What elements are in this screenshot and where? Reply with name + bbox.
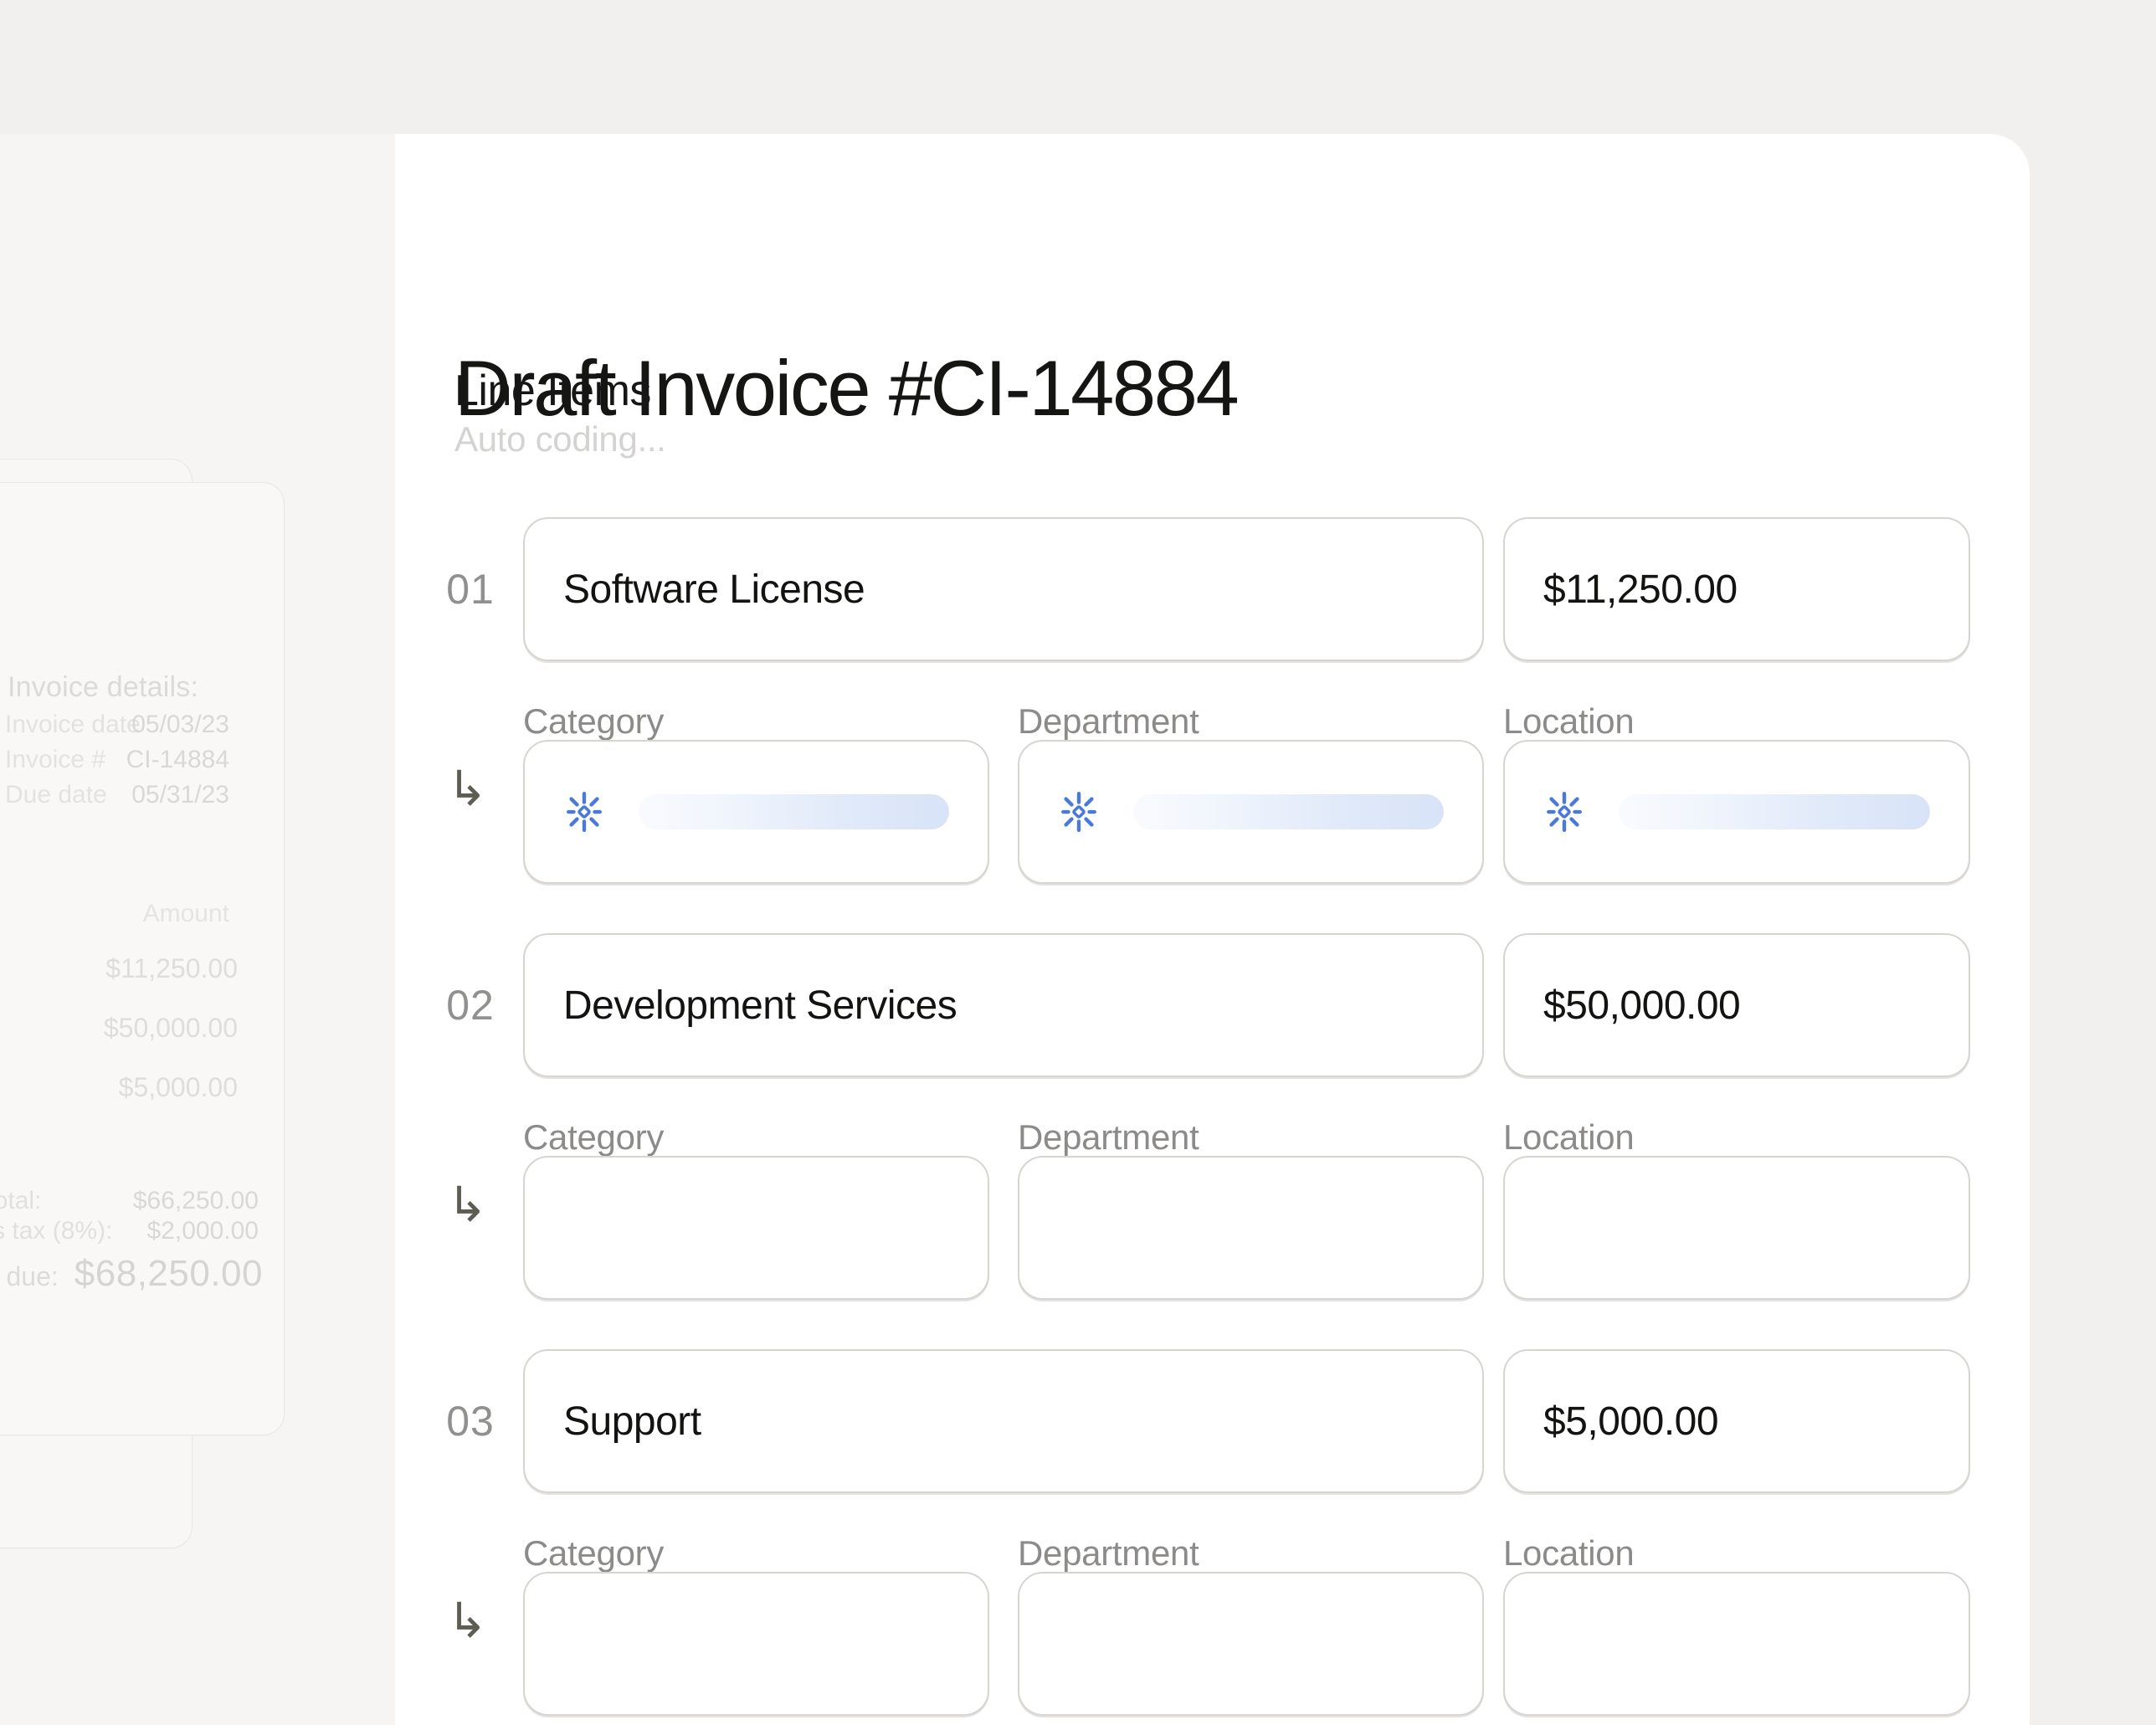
- amount-value: $50,000.00: [1543, 983, 1740, 1029]
- due-date-label: Due date: [5, 781, 107, 809]
- line-item-description-input[interactable]: Software License: [523, 517, 1484, 661]
- line-items-heading: Line Items: [454, 365, 651, 417]
- loading-shimmer-bar: [1133, 794, 1444, 829]
- department-label: Department: [1018, 1533, 1199, 1574]
- invoice-date-value: 05/03/23: [131, 711, 229, 739]
- coding-fields-row: ↳: [395, 1572, 1985, 1716]
- amount-column-header: Amount: [143, 900, 229, 928]
- coding-field-labels: Category Department Location: [395, 1117, 1985, 1156]
- line-item-description-input[interactable]: Support: [523, 1349, 1484, 1493]
- category-input[interactable]: [523, 1156, 989, 1300]
- line-item-description-input[interactable]: Development Services: [523, 933, 1484, 1077]
- category-label: Category: [523, 1117, 664, 1158]
- amount-value: $5,000.00: [1543, 1399, 1718, 1445]
- subtotal-value: $66,250.00: [133, 1187, 259, 1215]
- draft-invoice-screen: Invoice details: Invoice date 05/03/23 I…: [0, 0, 2156, 1725]
- description-value: Support: [563, 1399, 701, 1445]
- invoice-number-label: Invoice #: [5, 746, 105, 774]
- category-label: Category: [523, 1533, 664, 1574]
- coding-field-labels: Category Department Location: [395, 701, 1985, 740]
- invoice-date-label: Invoice date: [5, 711, 141, 739]
- preview-amount: $50,000.00: [104, 1013, 238, 1044]
- invoice-preview-detail-row: Invoice date 05/03/23: [0, 711, 284, 746]
- line-item-number: 02: [445, 933, 495, 1077]
- department-input[interactable]: [1018, 1156, 1484, 1300]
- due-date-value: 05/31/23: [131, 781, 229, 809]
- coding-fields-row: ↳: [395, 1156, 1985, 1300]
- location-input[interactable]: [1503, 1572, 1970, 1716]
- ai-coding-spinner-icon: [563, 791, 605, 833]
- ai-coding-spinner-icon: [1058, 791, 1100, 833]
- location-label: Location: [1503, 1117, 1634, 1158]
- invoice-preview-panel: Invoice details: Invoice date 05/03/23 I…: [0, 482, 285, 1435]
- coding-fields-row: ↳: [395, 740, 1985, 884]
- line-item-row: 01 Software License $11,250.00 Category …: [395, 517, 1985, 886]
- sub-row-arrow-icon: ↳: [447, 765, 488, 814]
- invoice-number-value: CI-14884: [126, 746, 229, 774]
- ai-coding-spinner-icon: [1543, 791, 1585, 833]
- sales-tax-label: Sales tax (8%):: [0, 1217, 112, 1245]
- line-item-amount-input[interactable]: $11,250.00: [1503, 517, 1970, 661]
- line-item-row: 03 Support $5,000.00 Category Department…: [395, 1349, 1985, 1717]
- invoice-preview-detail-row: Due date 05/31/23: [0, 781, 284, 816]
- location-label: Location: [1503, 1533, 1634, 1574]
- category-input[interactable]: [523, 740, 989, 884]
- invoice-preview-detail-row: Invoice # CI-14884: [0, 746, 284, 781]
- location-label: Location: [1503, 701, 1634, 742]
- department-label: Department: [1018, 1117, 1199, 1158]
- department-input[interactable]: [1018, 740, 1484, 884]
- location-input[interactable]: [1503, 1156, 1970, 1300]
- draft-invoice-card: Draft Invoice #CI-14884 Line Items Auto …: [395, 134, 2030, 1725]
- description-value: Development Services: [563, 983, 957, 1029]
- sub-row-arrow-icon: ↳: [447, 1597, 488, 1645]
- line-item-amount-input[interactable]: $50,000.00: [1503, 933, 1970, 1077]
- sub-row-arrow-icon: ↳: [447, 1181, 488, 1230]
- description-value: Software License: [563, 567, 865, 613]
- department-input[interactable]: [1018, 1572, 1484, 1716]
- preview-amount: $11,250.00: [105, 953, 238, 984]
- line-item-row: 02 Development Services $50,000.00 Categ…: [395, 933, 1985, 1301]
- auto-coding-status: Auto coding...: [454, 418, 666, 460]
- line-item-number: 01: [445, 517, 495, 661]
- loading-shimmer-bar: [1619, 794, 1930, 829]
- subtotal-label: Subtotal:: [0, 1187, 41, 1215]
- line-item-amount-input[interactable]: $5,000.00: [1503, 1349, 1970, 1493]
- line-item-number: 03: [445, 1349, 495, 1493]
- total-due-label: Total due:: [0, 1261, 59, 1292]
- sales-tax-value: $2,000.00: [147, 1217, 259, 1245]
- coding-field-labels: Category Department Location: [395, 1533, 1985, 1572]
- preview-amount: $5,000.00: [119, 1072, 238, 1103]
- category-input[interactable]: [523, 1572, 989, 1716]
- category-label: Category: [523, 701, 664, 742]
- location-input[interactable]: [1503, 740, 1970, 884]
- department-label: Department: [1018, 701, 1199, 742]
- amount-value: $11,250.00: [1543, 567, 1738, 613]
- invoice-preview-heading: Invoice details:: [8, 671, 198, 704]
- total-due-value: $68,250.00: [74, 1253, 263, 1295]
- loading-shimmer-bar: [639, 794, 949, 829]
